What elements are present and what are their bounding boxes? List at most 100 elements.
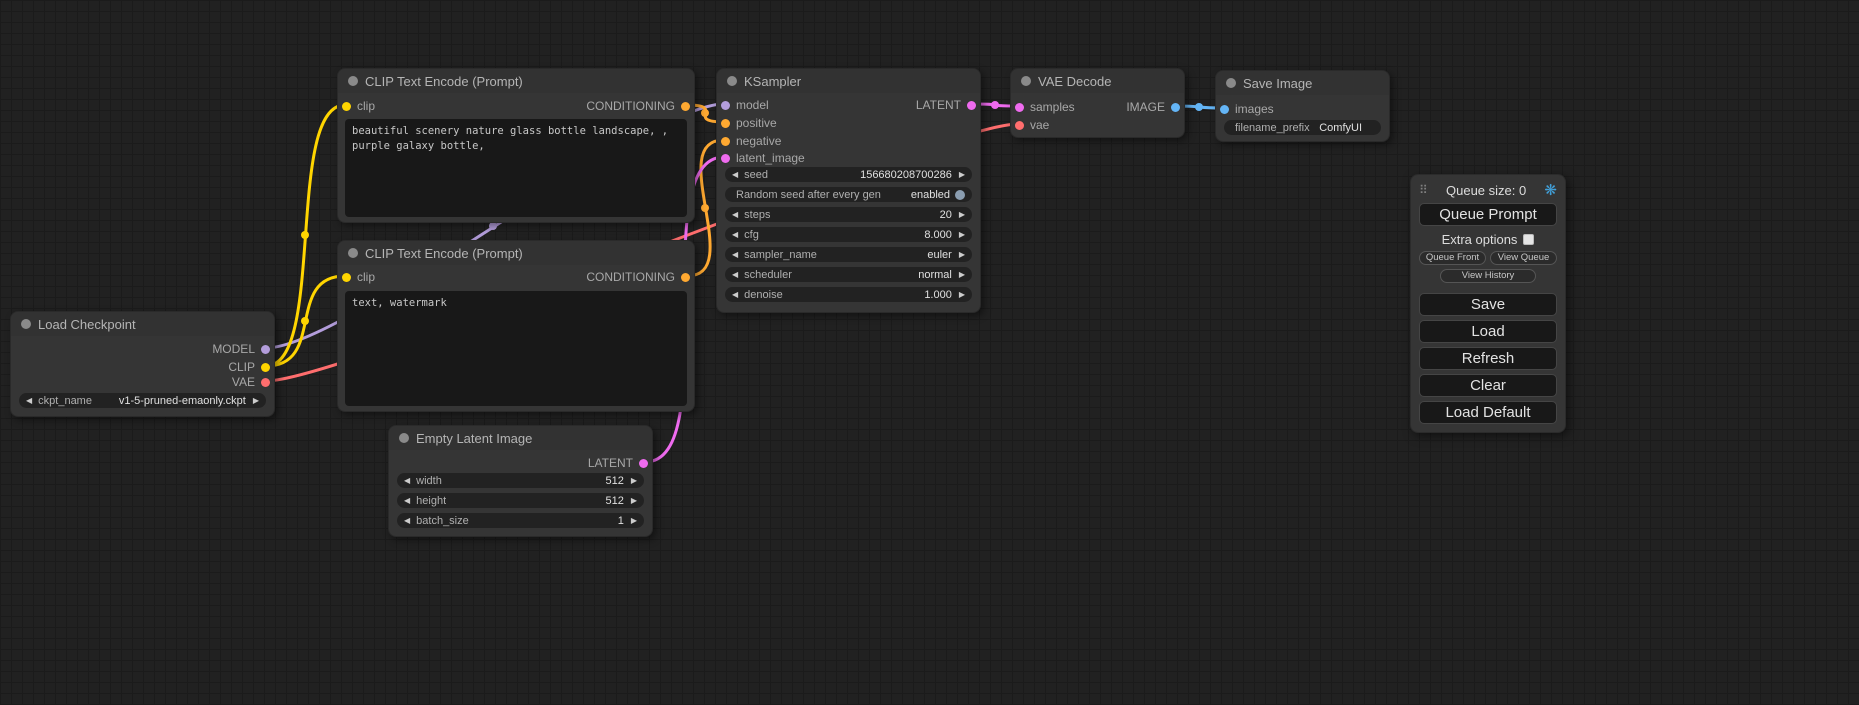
image-port-icon[interactable] [1220,105,1229,114]
queue-front-button[interactable]: Queue Front [1419,251,1486,265]
output-port-model[interactable]: MODEL [212,342,270,356]
latent-port-icon[interactable] [1015,103,1024,112]
next-arrow-icon[interactable]: ▶ [959,231,965,239]
view-queue-button[interactable]: View Queue [1490,251,1557,265]
output-port-image[interactable]: IMAGE [1126,100,1180,114]
conditioning-port-icon[interactable] [681,102,690,111]
widget-filename-prefix[interactable]: filename_prefix ComfyUI [1224,120,1381,135]
widget-steps[interactable]: ◀ steps 20 ▶ [725,207,972,222]
input-port-model[interactable]: model [721,98,769,112]
output-port-clip[interactable]: CLIP [228,360,270,374]
collapse-dot-icon[interactable] [1226,78,1236,88]
widget-batch-size[interactable]: ◀ batch_size 1 ▶ [397,513,644,528]
drag-handle-icon[interactable]: ⠿ [1419,183,1428,197]
load-button[interactable]: Load [1419,320,1557,343]
prev-arrow-icon[interactable]: ◀ [404,517,410,525]
node-title-bar[interactable]: CLIP Text Encode (Prompt) [338,69,694,93]
input-port-clip[interactable]: clip [342,99,375,113]
widget-scheduler[interactable]: ◀ scheduler normal ▶ [725,267,972,282]
next-arrow-icon[interactable]: ▶ [631,517,637,525]
negative-prompt-textarea[interactable]: text, watermark [345,291,687,406]
next-arrow-icon[interactable]: ▶ [253,397,259,405]
prev-arrow-icon[interactable]: ◀ [26,397,32,405]
prev-arrow-icon[interactable]: ◀ [732,171,738,179]
vae-port-icon[interactable] [1015,121,1024,130]
node-clip-text-encode-positive[interactable]: CLIP Text Encode (Prompt) clip CONDITION… [337,68,695,223]
refresh-button[interactable]: Refresh [1419,347,1557,370]
node-load-checkpoint[interactable]: Load Checkpoint MODEL CLIP VAE ◀ ckpt_na… [10,311,275,417]
model-port-icon[interactable] [261,345,270,354]
latent-port-icon[interactable] [967,101,976,110]
load-default-button[interactable]: Load Default [1419,401,1557,424]
output-port-conditioning[interactable]: CONDITIONING [586,270,690,284]
collapse-dot-icon[interactable] [348,76,358,86]
clip-port-icon[interactable] [342,102,351,111]
node-title-bar[interactable]: CLIP Text Encode (Prompt) [338,241,694,265]
latent-port-icon[interactable] [721,154,730,163]
prev-arrow-icon[interactable]: ◀ [732,211,738,219]
conditioning-port-icon[interactable] [681,273,690,282]
next-arrow-icon[interactable]: ▶ [959,271,965,279]
output-port-vae[interactable]: VAE [232,375,270,389]
clip-port-icon[interactable] [342,273,351,282]
widget-ckpt-name[interactable]: ◀ ckpt_name v1-5-pruned-emaonly.ckpt ▶ [19,393,266,408]
view-history-button[interactable]: View History [1440,269,1537,283]
collapse-dot-icon[interactable] [21,319,31,329]
image-port-icon[interactable] [1171,103,1180,112]
output-port-latent[interactable]: LATENT [588,456,648,470]
widget-random-seed-toggle[interactable]: Random seed after every gen enabled [725,187,972,202]
output-port-conditioning[interactable]: CONDITIONING [586,99,690,113]
next-arrow-icon[interactable]: ▶ [959,171,965,179]
node-title-bar[interactable]: Empty Latent Image [389,426,652,450]
widget-denoise[interactable]: ◀ denoise 1.000 ▶ [725,287,972,302]
widget-cfg[interactable]: ◀ cfg 8.000 ▶ [725,227,972,242]
conditioning-port-icon[interactable] [721,137,730,146]
node-empty-latent-image[interactable]: Empty Latent Image LATENT ◀ width 512 ▶ … [388,425,653,537]
collapse-dot-icon[interactable] [1021,76,1031,86]
next-arrow-icon[interactable]: ▶ [959,251,965,259]
node-vae-decode[interactable]: VAE Decode samples vae IMAGE [1010,68,1185,138]
widget-seed[interactable]: ◀ seed 156680208700286 ▶ [725,167,972,182]
node-title-bar[interactable]: Load Checkpoint [11,312,274,336]
widget-height[interactable]: ◀ height 512 ▶ [397,493,644,508]
save-button[interactable]: Save [1419,293,1557,316]
positive-prompt-textarea[interactable]: beautiful scenery nature glass bottle la… [345,119,687,217]
prev-arrow-icon[interactable]: ◀ [732,271,738,279]
settings-gear-icon[interactable]: ❋ [1544,183,1557,198]
collapse-dot-icon[interactable] [399,433,409,443]
queue-prompt-button[interactable]: Queue Prompt [1419,203,1557,226]
input-port-negative[interactable]: negative [721,134,781,148]
clear-button[interactable]: Clear [1419,374,1557,397]
next-arrow-icon[interactable]: ▶ [959,211,965,219]
latent-port-icon[interactable] [639,459,648,468]
model-port-icon[interactable] [721,101,730,110]
input-port-images[interactable]: images [1220,102,1274,116]
toggle-knob-icon[interactable] [955,190,965,200]
next-arrow-icon[interactable]: ▶ [959,291,965,299]
node-clip-text-encode-negative[interactable]: CLIP Text Encode (Prompt) clip CONDITION… [337,240,695,412]
widget-width[interactable]: ◀ width 512 ▶ [397,473,644,488]
extra-options-checkbox[interactable] [1523,234,1534,245]
node-title-bar[interactable]: Save Image [1216,71,1389,95]
input-port-latent-image[interactable]: latent_image [721,151,805,165]
node-title-bar[interactable]: VAE Decode [1011,69,1184,93]
node-graph-canvas[interactable]: Load Checkpoint MODEL CLIP VAE ◀ ckpt_na… [0,0,1859,705]
prev-arrow-icon[interactable]: ◀ [404,477,410,485]
node-save-image[interactable]: Save Image images filename_prefix ComfyU… [1215,70,1390,142]
prev-arrow-icon[interactable]: ◀ [732,231,738,239]
prev-arrow-icon[interactable]: ◀ [732,251,738,259]
input-port-vae[interactable]: vae [1015,118,1049,132]
vae-port-icon[interactable] [261,378,270,387]
input-port-positive[interactable]: positive [721,116,777,130]
clip-port-icon[interactable] [261,363,270,372]
collapse-dot-icon[interactable] [727,76,737,86]
next-arrow-icon[interactable]: ▶ [631,477,637,485]
node-title-bar[interactable]: KSampler [717,69,980,93]
output-port-latent[interactable]: LATENT [916,98,976,112]
widget-sampler-name[interactable]: ◀ sampler_name euler ▶ [725,247,972,262]
prev-arrow-icon[interactable]: ◀ [404,497,410,505]
collapse-dot-icon[interactable] [348,248,358,258]
input-port-clip[interactable]: clip [342,270,375,284]
input-port-samples[interactable]: samples [1015,100,1075,114]
conditioning-port-icon[interactable] [721,119,730,128]
